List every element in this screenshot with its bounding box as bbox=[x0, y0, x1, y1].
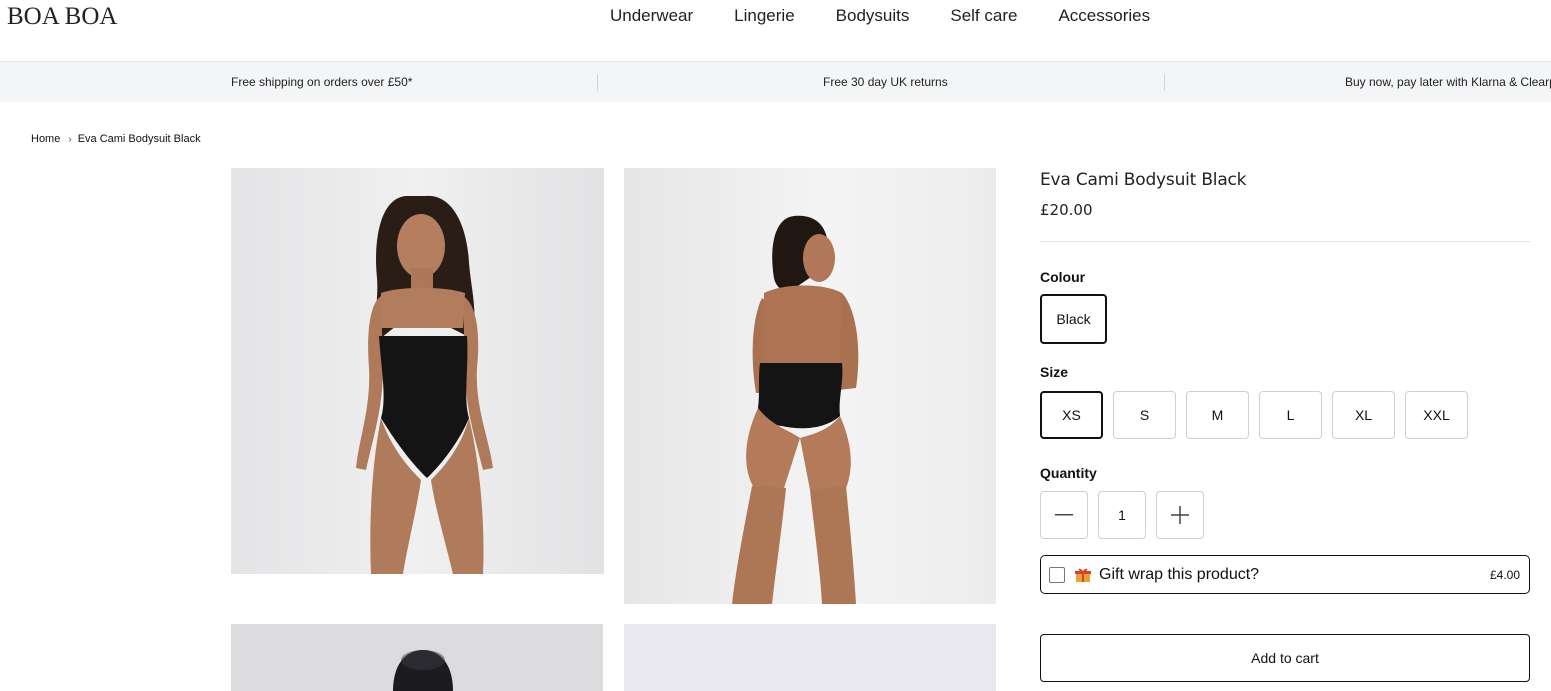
product-image-back[interactable] bbox=[624, 168, 996, 604]
gift-icon bbox=[1075, 568, 1091, 582]
size-option-s[interactable]: S bbox=[1113, 391, 1176, 439]
size-option-m[interactable]: M bbox=[1186, 391, 1249, 439]
nav-item-lingerie[interactable]: Lingerie bbox=[734, 6, 795, 26]
quantity-input[interactable]: 1 bbox=[1098, 491, 1146, 539]
product-price: £20.00 bbox=[1040, 201, 1093, 219]
breadcrumb-home[interactable]: Home bbox=[31, 133, 60, 145]
gift-wrap-checkbox[interactable] bbox=[1049, 566, 1065, 583]
size-label: Size bbox=[1040, 364, 1069, 380]
nav-item-accessories[interactable]: Accessories bbox=[1058, 6, 1150, 26]
quantity-decrease-button[interactable] bbox=[1040, 491, 1088, 539]
quantity-stepper: 1 bbox=[1040, 491, 1214, 539]
colour-option-black[interactable]: Black bbox=[1040, 294, 1107, 344]
breadcrumb: Home › Eva Cami Bodysuit Black bbox=[31, 133, 201, 145]
site-header: BOA BOA Underwear Lingerie Bodysuits Sel… bbox=[0, 0, 1551, 62]
quantity-label: Quantity bbox=[1040, 465, 1097, 481]
chevron-right-icon: › bbox=[68, 133, 72, 145]
plus-icon bbox=[1171, 506, 1189, 524]
gift-wrap-price: £4.00 bbox=[1489, 567, 1520, 582]
announcement-divider bbox=[1164, 74, 1165, 91]
main-nav: Underwear Lingerie Bodysuits Self care A… bbox=[610, 6, 1150, 26]
announcement-returns: Free 30 day UK returns bbox=[823, 75, 948, 89]
quantity-increase-button[interactable] bbox=[1156, 491, 1204, 539]
size-options: XS S M L XL XXL bbox=[1040, 391, 1478, 439]
divider bbox=[1040, 241, 1530, 242]
size-option-xxl[interactable]: XXL bbox=[1405, 391, 1468, 439]
gift-wrap-option: Gift wrap this product? £4.00 bbox=[1040, 555, 1530, 594]
nav-item-bodysuits[interactable]: Bodysuits bbox=[836, 6, 910, 26]
announcement-free-shipping: Free shipping on orders over £50* bbox=[231, 75, 413, 89]
site-logo[interactable]: BOA BOA bbox=[7, 3, 117, 31]
announcement-klarna: Buy now, pay later with Klarna & Clearpa… bbox=[1345, 75, 1551, 89]
announcement-divider bbox=[597, 74, 598, 91]
nav-item-self-care[interactable]: Self care bbox=[950, 6, 1017, 26]
product-title: Eva Cami Bodysuit Black bbox=[1040, 170, 1247, 190]
product-image-front[interactable] bbox=[231, 168, 604, 574]
add-to-cart-button[interactable]: Add to cart bbox=[1040, 634, 1530, 682]
breadcrumb-current: Eva Cami Bodysuit Black bbox=[77, 133, 201, 145]
product-image-3[interactable] bbox=[231, 624, 603, 691]
size-option-xl[interactable]: XL bbox=[1332, 391, 1395, 439]
nav-item-underwear[interactable]: Underwear bbox=[610, 6, 693, 26]
minus-icon bbox=[1055, 514, 1073, 516]
gift-wrap-label: Gift wrap this product? bbox=[1099, 565, 1260, 583]
colour-label: Colour bbox=[1040, 269, 1086, 285]
size-option-l[interactable]: L bbox=[1259, 391, 1322, 439]
announcement-bar: Free shipping on orders over £50* Free 3… bbox=[0, 62, 1551, 102]
product-image-4[interactable] bbox=[624, 624, 996, 691]
size-option-xs[interactable]: XS bbox=[1040, 391, 1103, 439]
